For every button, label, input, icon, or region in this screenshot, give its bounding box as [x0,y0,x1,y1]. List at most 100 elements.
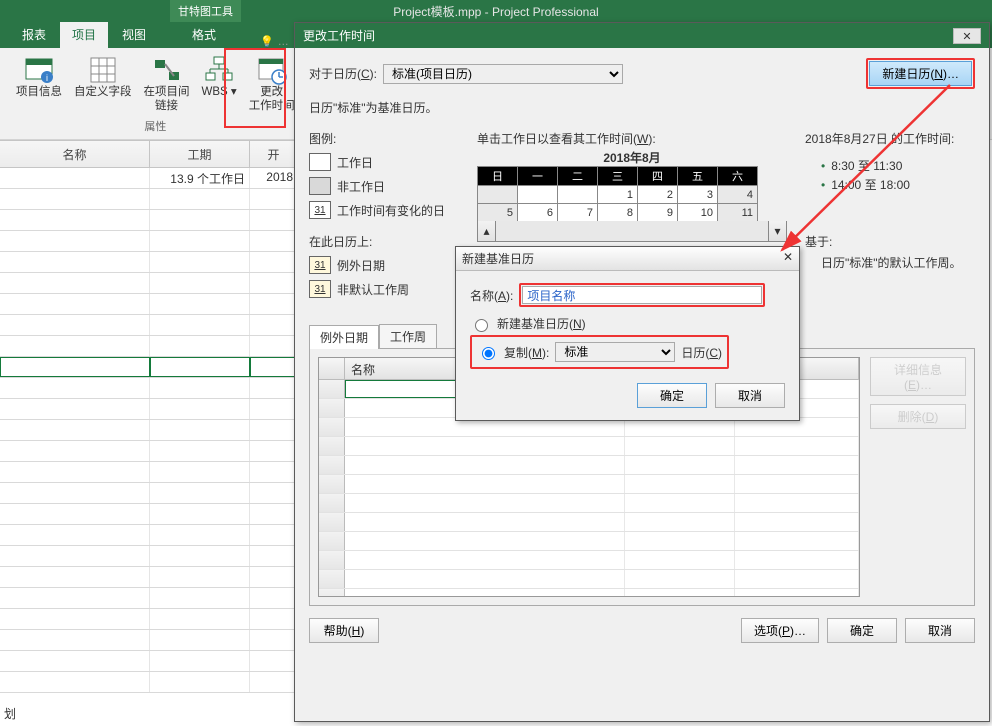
table-row[interactable] [0,336,298,357]
close-icon[interactable]: ✕ [783,250,793,267]
grid-header: 名称 工期 开 [0,140,298,168]
table-row[interactable] [0,357,298,378]
table-row[interactable] [0,399,298,420]
table-row[interactable] [0,294,298,315]
context-tab-label: 甘特图工具 [170,0,241,22]
table-row[interactable] [0,231,298,252]
table-row[interactable] [319,589,859,596]
links-between-button[interactable]: 在项目间 链接 [140,52,194,116]
task-grid[interactable]: 名称 工期 开 13.9 个工作日 2018 [0,140,300,720]
tab-format[interactable]: 格式 [180,21,228,48]
cancel-button[interactable]: 取消 [905,618,975,643]
annotation-highlight: 复制(M): 标准 日历(C) [470,335,729,369]
table-row[interactable] [0,378,298,399]
custom-fields-icon [87,54,119,86]
table-row[interactable] [319,570,859,589]
table-row[interactable] [0,588,298,609]
table-row[interactable] [319,494,859,513]
table-row[interactable] [0,462,298,483]
calendar-name-input[interactable] [522,286,762,304]
inner-cancel-button[interactable]: 取消 [715,383,785,408]
annotation-highlight: 新建日历(N)… [866,58,975,89]
svg-text:i: i [46,73,48,83]
click-day-label: 单击工作日以查看其工作时间(W): [477,130,787,147]
swatch-exception: 31 [309,256,331,274]
scroll-down-icon[interactable]: ▾ [768,221,786,241]
table-row[interactable] [0,630,298,651]
close-icon[interactable]: ✕ [953,28,981,44]
chevron-down-icon: ▾ [231,86,237,98]
table-row[interactable] [0,252,298,273]
delete-button: 删除(D) [870,404,966,429]
app-title-bar: 甘特图工具 Project模板.mpp - Project Profession… [0,0,992,22]
bullet-icon: • [821,159,825,173]
tab-exceptions[interactable]: 例外日期 [309,325,379,349]
custom-fields-button[interactable]: 自定义字段 [70,52,136,102]
on-this-calendar-label: 在此日历上: [309,233,459,250]
copy-source-select[interactable]: 标准 [555,342,675,362]
table-row[interactable] [0,651,298,672]
table-row[interactable] [0,672,298,693]
scroll-up-icon[interactable]: ▴ [478,221,496,241]
dialog-titlebar[interactable]: 更改工作时间 ✕ [295,23,989,48]
for-calendar-label: 对于日历(C): [309,65,377,82]
table-row[interactable] [319,437,859,456]
table-row[interactable] [0,483,298,504]
table-row[interactable] [319,532,859,551]
table-row[interactable] [0,315,298,336]
col-header-name[interactable]: 名称 [0,141,150,167]
ok-button[interactable]: 确定 [827,618,897,643]
ribbon-group-label: 属性 [12,118,299,134]
ribbon-group-properties: i 项目信息 自定义字段 在项目间 链接 WBS ▾ [8,52,304,134]
tell-me-search[interactable]: 💡 … [260,35,289,48]
tab-view[interactable]: 视图 [110,21,158,48]
options-button[interactable]: 选项(P)… [741,618,819,643]
table-row[interactable] [319,475,859,494]
swatch-workday [309,153,331,171]
table-row[interactable] [0,210,298,231]
help-button[interactable]: 帮助(H) [309,618,379,643]
table-row[interactable] [0,546,298,567]
table-row[interactable] [0,609,298,630]
tab-workweeks[interactable]: 工作周 [379,324,437,348]
annotation-highlight [519,283,765,307]
copy-radio[interactable] [482,347,495,360]
table-row[interactable] [0,189,298,210]
inner-ok-button[interactable]: 确定 [637,383,707,408]
tab-report[interactable]: 报表 [10,21,58,48]
wbs-button[interactable]: WBS ▾ [198,52,241,102]
based-on-text: 日历"标准"的默认工作周。 [821,254,975,271]
table-row[interactable] [0,420,298,441]
links-icon [151,54,183,86]
new-base-radio[interactable] [475,319,488,332]
base-calendar-text: 日历"标准"为基准日历。 [309,99,975,116]
swatch-nonwork [309,177,331,195]
new-calendar-button[interactable]: 新建日历(N)… [869,61,972,86]
col-header-duration[interactable]: 工期 [150,141,250,167]
table-row[interactable] [0,567,298,588]
project-info-button[interactable]: i 项目信息 [12,52,66,102]
new-base-calendar-dialog: 新建基准日历 ✕ 名称(A): 新建基准日历(N) 复制(M): 标准 日历(C… [455,246,800,421]
swatch-edited: 31 [309,201,331,219]
inner-dialog-titlebar[interactable]: 新建基准日历 ✕ [456,247,799,271]
details-button: 详细信息(E)… [870,357,966,396]
bullet-icon: • [821,178,825,192]
calendar-select[interactable]: 标准(项目日历) [383,64,623,84]
table-row[interactable] [0,273,298,294]
table-row[interactable] [0,525,298,546]
table-row[interactable] [0,504,298,525]
lightbulb-icon: 💡 [260,35,274,48]
table-row[interactable] [0,441,298,462]
table-row[interactable] [319,551,859,570]
swatch-nondefault: 31 [309,280,331,298]
based-on-label: 基于: [805,233,975,250]
project-info-icon: i [23,54,55,86]
change-working-time-button[interactable]: 更改 工作时间 [245,52,299,116]
mini-calendar[interactable]: 日一二三四五六 1234 567891011 [477,166,758,222]
table-row[interactable]: 13.9 个工作日 2018 [0,168,298,189]
table-row[interactable] [319,456,859,475]
name-label: 名称(A): [470,287,513,304]
table-row[interactable] [319,513,859,532]
col-header-start[interactable]: 开 [250,141,298,167]
tab-project[interactable]: 项目 [60,21,108,48]
